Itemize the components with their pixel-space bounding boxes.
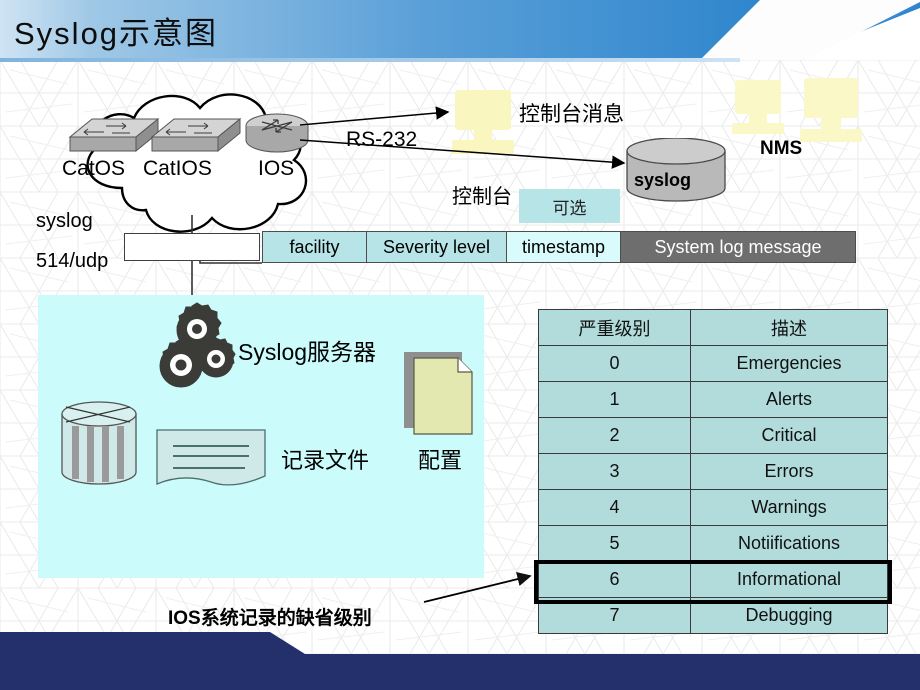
message-format-cell: facility	[263, 232, 367, 262]
severity-description-value: Alerts	[690, 381, 888, 418]
console-message-label: 控制台消息	[519, 103, 624, 126]
severity-level-value: 1	[538, 381, 691, 418]
severity-description-value: Critical	[690, 417, 888, 454]
severity-level-value: 6	[538, 561, 691, 598]
device-label-catios: CatIOS	[143, 157, 212, 180]
rs232-label: RS-232	[346, 128, 418, 151]
severity-description-value: Errors	[690, 453, 888, 490]
console-computer-icon	[452, 90, 514, 154]
config-document-icon	[404, 352, 473, 435]
switch-icon	[150, 117, 242, 153]
device-label-catos: CatOS	[62, 157, 126, 180]
message-format-cell: timestamp	[507, 232, 621, 262]
router-icon	[245, 113, 309, 153]
severity-level-value: 0	[538, 345, 691, 382]
table-row: 3 Errors	[538, 453, 888, 490]
header-underline	[0, 58, 740, 62]
severity-description-value: Informational	[690, 561, 888, 598]
table-row: 6 Informational	[538, 561, 888, 598]
device-label-ios: IOS	[258, 157, 295, 180]
title-bar: Syslog示意图	[0, 0, 920, 60]
severity-description-value: Warnings	[690, 489, 888, 526]
footer-bar	[0, 632, 920, 690]
ios-default-level-note: IOS系统记录的缺省级别	[168, 608, 372, 629]
table-header-row: 严重级别 描述	[538, 309, 888, 346]
log-file-label: 记录文件	[281, 448, 370, 473]
message-format-cell: System log message	[621, 232, 855, 262]
database-cylinder-icon	[61, 401, 137, 485]
severity-description-value: Notiifications	[690, 525, 888, 562]
syslog-port-label: syslog	[36, 210, 93, 232]
switch-icon	[68, 117, 160, 153]
table-row: 4 Warnings	[538, 489, 888, 526]
syslog-port-value: 514/udp	[36, 250, 109, 272]
severity-description-value: Emergencies	[690, 345, 888, 382]
table-row: 1 Alerts	[538, 381, 888, 418]
table-row: 2 Critical	[538, 417, 888, 454]
severity-level-value: 4	[538, 489, 691, 526]
nms-label: NMS	[760, 138, 803, 159]
severity-level-value: 7	[538, 597, 691, 634]
severity-level-value: 5	[538, 525, 691, 562]
log-file-icon	[156, 429, 266, 486]
severity-description-value: Debugging	[690, 597, 888, 634]
table-row: 7 Debugging	[538, 597, 888, 634]
message-format-bar: facility Severity level timestamp System lo…	[262, 231, 856, 263]
table-header-level: 严重级别	[538, 309, 691, 346]
severity-level-table: 严重级别 描述 0 Emergencies 1 Alerts 2 Critical 3 Err…	[538, 309, 888, 634]
nms-computer-icons	[732, 78, 862, 142]
page-title: Syslog示意图	[14, 16, 219, 51]
console-label: 控制台	[452, 186, 512, 208]
slide-canvas: Syslog示意图 NMS CatOS CatIOS IOS RS-232 控制…	[0, 0, 920, 690]
syslog-packet-box	[124, 233, 260, 261]
severity-level-value: 3	[538, 453, 691, 490]
table-row: 0 Emergencies	[538, 345, 888, 382]
config-label: 配置	[418, 448, 463, 473]
table-header-description: 描述	[690, 309, 888, 346]
message-format-cell: Severity level	[367, 232, 507, 262]
gears-icon	[159, 302, 236, 388]
table-row: 5 Notiifications	[538, 525, 888, 562]
syslog-store-label: syslog	[634, 170, 692, 190]
syslog-server-label: Syslog服务器	[238, 339, 377, 365]
optional-badge: 可选	[519, 189, 620, 223]
severity-level-value: 2	[538, 417, 691, 454]
